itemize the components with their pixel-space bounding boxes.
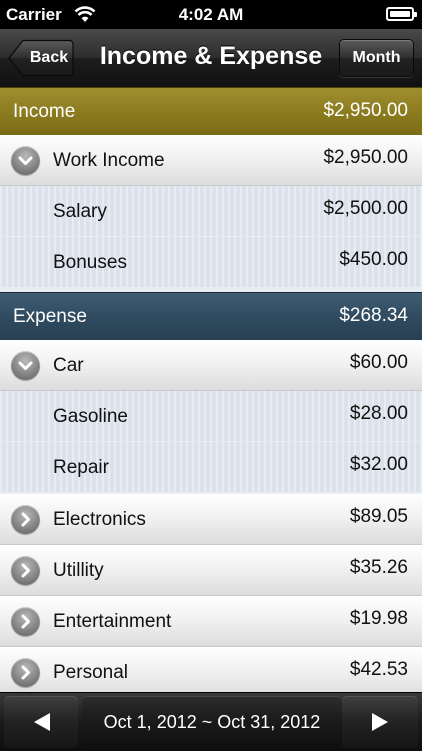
clock: 4:02 AM [178,5,244,24]
income-section-header: Income $2,950.00 [0,87,422,136]
category-amount: $60.00 [349,352,408,373]
category-amount: $2,950.00 [323,147,408,168]
subcategory-label: Bonuses [53,252,127,273]
category-row-utility[interactable]: Utillity $35.26 [0,545,422,596]
subcategory-row-repair[interactable]: Repair $32.00 [0,442,422,493]
category-row-entertainment[interactable]: Entertainment $19.98 [0,596,422,647]
category-amount: $42.53 [349,659,408,680]
expense-total: $268.34 [339,305,408,326]
category-label: Utillity [53,560,104,581]
expense-label: Expense [13,306,87,327]
subcategory-amount: $450.00 [339,249,408,270]
income-total: $2,950.00 [323,100,408,121]
category-label: Electronics [53,509,146,530]
subcategory-amount: $32.00 [349,454,408,475]
date-range-toolbar: Oct 1, 2012 ~ Oct 31, 2012 [0,692,422,751]
subcategory-row-bonuses[interactable]: Bonuses $450.00 [0,237,422,288]
chevron-right-icon[interactable] [11,505,40,534]
chevron-right-icon[interactable] [11,556,40,585]
category-amount: $89.05 [349,506,408,527]
navigation-bar: Back Income & Expense Month [0,29,422,88]
category-amount: $35.26 [349,557,408,578]
category-row-car[interactable]: Car $60.00 [0,340,422,391]
category-label: Personal [53,662,128,683]
subcategory-amount: $2,500.00 [323,198,408,219]
chevron-down-icon[interactable] [11,351,40,380]
battery-icon [386,7,417,21]
category-label: Work Income [53,150,165,171]
category-amount: $19.98 [349,608,408,629]
next-period-button[interactable] [342,696,418,748]
subcategory-amount: $28.00 [349,403,408,424]
date-range-display[interactable]: Oct 1, 2012 ~ Oct 31, 2012 [82,696,342,748]
chevron-right-icon[interactable] [11,607,40,636]
status-bar: Carrier 4:02 AM [0,0,422,29]
subcategory-row-salary[interactable]: Salary $2,500.00 [0,186,422,237]
category-label: Car [53,355,84,376]
left-arrow-icon [34,713,50,731]
chevron-down-icon[interactable] [11,146,40,175]
subcategory-label: Salary [53,201,107,222]
subcategory-label: Gasoline [53,406,128,427]
subcategory-label: Repair [53,457,109,478]
previous-period-button[interactable] [4,696,78,748]
category-label: Entertainment [53,611,172,632]
subcategory-row-gasoline[interactable]: Gasoline $28.00 [0,391,422,442]
date-range-label: Oct 1, 2012 ~ Oct 31, 2012 [103,712,321,732]
income-label: Income [13,101,76,122]
category-row-work-income[interactable]: Work Income $2,950.00 [0,135,422,186]
right-arrow-icon [372,713,388,731]
month-button[interactable]: Month [339,39,414,77]
category-row-personal[interactable]: Personal $42.53 [0,647,422,698]
chevron-right-icon[interactable] [11,658,40,687]
expense-section-header: Expense $268.34 [0,292,422,341]
category-row-electronics[interactable]: Electronics $89.05 [0,494,422,545]
